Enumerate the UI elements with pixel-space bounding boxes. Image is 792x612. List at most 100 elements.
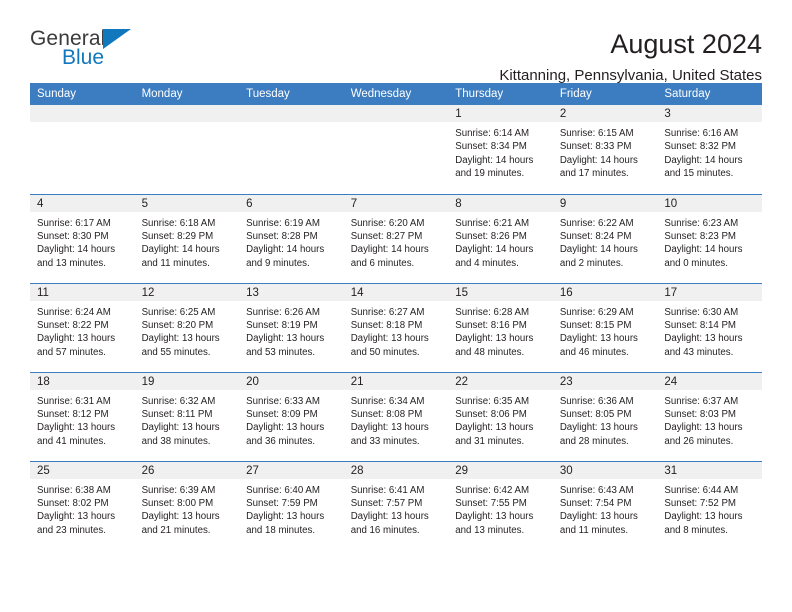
calendar-day-cell[interactable]: 17 Sunrise: 6:30 AM Sunset: 8:14 PM Dayligh…: [657, 282, 762, 372]
calendar-day-cell[interactable]: 16 Sunrise: 6:29 AM Sunset: 8:15 PM Dayligh…: [552, 282, 658, 372]
calendar-day-cell[interactable]: 30 Sunrise: 6:43 AM Sunset: 7:54 PM Dayligh…: [552, 460, 658, 550]
daylight-duration-line2: and 13 minutes.: [455, 524, 525, 536]
sunrise-time: Sunrise: 6:24 AM: [37, 306, 111, 318]
daylight-duration-line1: Daylight: 14 hours: [455, 244, 534, 256]
day-number: [30, 105, 135, 122]
daylight-duration-line2: and 11 minutes.: [559, 524, 629, 536]
general-blue-logo[interactable]: General Blue: [30, 28, 220, 80]
calendar-day-cell[interactable]: 25 Sunrise: 6:38 AM Sunset: 8:02 PM Dayligh…: [30, 460, 135, 550]
sunrise-time: Sunrise: 6:40 AM: [246, 484, 320, 496]
sunrise-time: Sunrise: 6:17 AM: [37, 217, 111, 229]
day-details: Sunrise: 6:18 AM Sunset: 8:29 PM Daylight:…: [135, 212, 240, 271]
daylight-duration-line1: Daylight: 13 hours: [559, 422, 638, 434]
sunrise-sunset-calendar: Sunday Monday Tuesday Wednesday Thursday…: [30, 83, 762, 550]
calendar-day-cell[interactable]: 15 Sunrise: 6:28 AM Sunset: 8:16 PM Dayligh…: [448, 282, 553, 372]
day-details: Sunrise: 6:28 AM Sunset: 8:16 PM Daylight:…: [448, 301, 553, 360]
title-block: August 2024 Kittanning, Pennsylvania, Un…: [499, 28, 762, 85]
calendar-day-cell-empty: [30, 105, 135, 194]
calendar-day-cell[interactable]: 26 Sunrise: 6:39 AM Sunset: 8:00 PM Dayligh…: [134, 460, 240, 550]
daylight-duration-line2: and 36 minutes.: [246, 435, 316, 447]
daylight-duration-line2: and 0 minutes.: [664, 257, 728, 269]
day-details: Sunrise: 6:41 AM Sunset: 7:57 PM Daylight:…: [344, 479, 449, 538]
calendar-day-cell[interactable]: 1 Sunrise: 6:14 AM Sunset: 8:34 PM Daylight…: [448, 105, 553, 194]
daylight-duration-line1: Daylight: 13 hours: [350, 511, 429, 523]
day-details: Sunrise: 6:15 AM Sunset: 8:33 PM Daylight:…: [553, 122, 658, 181]
day-number: [134, 105, 240, 122]
sunset-time: Sunset: 8:09 PM: [246, 408, 318, 420]
daylight-duration-line1: Daylight: 14 hours: [246, 244, 325, 256]
sunset-time: Sunset: 8:11 PM: [141, 408, 213, 420]
sunrise-time: Sunrise: 6:15 AM: [559, 128, 634, 139]
calendar-day-cell[interactable]: 20 Sunrise: 6:33 AM Sunset: 8:09 PM Dayligh…: [239, 371, 344, 461]
day-details: Sunrise: 6:42 AM Sunset: 7:55 PM Daylight:…: [448, 479, 553, 538]
day-number: 17: [657, 283, 762, 301]
calendar-week-row: 11 Sunrise: 6:24 AM Sunset: 8:22 PM Dayligh…: [30, 282, 762, 372]
calendar-day-cell[interactable]: 11 Sunrise: 6:24 AM Sunset: 8:22 PM Dayligh…: [30, 282, 135, 372]
sunrise-time: Sunrise: 6:33 AM: [246, 395, 320, 407]
calendar-day-cell[interactable]: 9 Sunrise: 6:22 AM Sunset: 8:24 PM Daylight…: [552, 193, 658, 283]
day-number: 4: [30, 194, 135, 212]
calendar-day-cell[interactable]: 2 Sunrise: 6:15 AM Sunset: 8:33 PM Daylight…: [552, 105, 658, 194]
sunset-time: Sunset: 8:27 PM: [350, 230, 423, 242]
sunset-time: Sunset: 8:08 PM: [350, 408, 423, 420]
day-number: 11: [30, 283, 135, 301]
daylight-duration-line2: and 4 minutes.: [455, 257, 519, 269]
sunset-time: Sunset: 8:22 PM: [37, 319, 109, 331]
calendar-day-cell-empty: [134, 105, 240, 194]
calendar-day-cell[interactable]: 13 Sunrise: 6:26 AM Sunset: 8:19 PM Dayligh…: [239, 282, 344, 372]
calendar-day-cell[interactable]: 29 Sunrise: 6:42 AM Sunset: 7:55 PM Dayligh…: [448, 460, 553, 550]
day-details: Sunrise: 6:44 AM Sunset: 7:52 PM Daylight:…: [657, 479, 762, 538]
sunset-time: Sunset: 8:30 PM: [37, 230, 109, 242]
daylight-duration-line1: Daylight: 13 hours: [455, 422, 534, 434]
day-details: Sunrise: 6:37 AM Sunset: 8:03 PM Daylight:…: [657, 390, 762, 449]
calendar-day-cell[interactable]: 14 Sunrise: 6:27 AM Sunset: 8:18 PM Dayligh…: [343, 282, 449, 372]
calendar-day-cell[interactable]: 27 Sunrise: 6:40 AM Sunset: 7:59 PM Dayligh…: [239, 460, 344, 550]
daylight-duration-line2: and 11 minutes.: [141, 257, 210, 269]
daylight-duration-line1: Daylight: 13 hours: [141, 333, 220, 345]
calendar-day-cell[interactable]: 4 Sunrise: 6:17 AM Sunset: 8:30 PM Daylight…: [30, 193, 135, 283]
calendar-day-cell[interactable]: 10 Sunrise: 6:23 AM Sunset: 8:23 PM Dayligh…: [657, 193, 762, 283]
calendar-day-cell[interactable]: 22 Sunrise: 6:35 AM Sunset: 8:06 PM Dayligh…: [448, 371, 553, 461]
day-details: Sunrise: 6:33 AM Sunset: 8:09 PM Daylight:…: [239, 390, 344, 449]
daylight-duration-line2: and 41 minutes.: [37, 435, 106, 447]
daylight-duration-line2: and 57 minutes.: [37, 346, 106, 358]
daylight-duration-line1: Daylight: 13 hours: [664, 422, 743, 434]
calendar-day-cell[interactable]: 3 Sunrise: 6:16 AM Sunset: 8:32 PM Daylight…: [657, 105, 762, 194]
day-number: 20: [239, 372, 344, 390]
day-number: 25: [30, 461, 135, 479]
daylight-duration-line1: Daylight: 13 hours: [455, 333, 534, 345]
calendar-day-cell[interactable]: 19 Sunrise: 6:32 AM Sunset: 8:11 PM Dayligh…: [134, 371, 240, 461]
calendar-day-cell[interactable]: 7 Sunrise: 6:20 AM Sunset: 8:27 PM Daylight…: [343, 193, 449, 283]
calendar-day-cell[interactable]: 18 Sunrise: 6:31 AM Sunset: 8:12 PM Dayligh…: [30, 371, 135, 461]
calendar-day-cell[interactable]: 6 Sunrise: 6:19 AM Sunset: 8:28 PM Daylight…: [239, 193, 344, 283]
calendar-day-cell[interactable]: 24 Sunrise: 6:37 AM Sunset: 8:03 PM Dayligh…: [657, 371, 762, 461]
daylight-duration-line1: Daylight: 14 hours: [559, 154, 638, 166]
sunrise-time: Sunrise: 6:28 AM: [455, 306, 530, 318]
day-number: 21: [343, 372, 449, 390]
calendar-day-cell[interactable]: 5 Sunrise: 6:18 AM Sunset: 8:29 PM Daylight…: [134, 193, 240, 283]
calendar-day-cell[interactable]: 28 Sunrise: 6:41 AM Sunset: 7:57 PM Dayligh…: [343, 460, 449, 550]
calendar-week-row: 18 Sunrise: 6:31 AM Sunset: 8:12 PM Dayligh…: [30, 371, 762, 461]
sunset-time: Sunset: 8:19 PM: [246, 319, 318, 331]
calendar-day-cell[interactable]: 8 Sunrise: 6:21 AM Sunset: 8:26 PM Daylight…: [448, 193, 553, 283]
calendar-day-cell[interactable]: 21 Sunrise: 6:34 AM Sunset: 8:08 PM Dayligh…: [343, 371, 449, 461]
weekday-header-tuesday: Tuesday: [239, 83, 344, 105]
calendar-day-cell[interactable]: 23 Sunrise: 6:36 AM Sunset: 8:05 PM Dayligh…: [552, 371, 658, 461]
calendar-day-cell[interactable]: 31 Sunrise: 6:44 AM Sunset: 7:52 PM Dayligh…: [657, 460, 762, 550]
day-details: Sunrise: 6:24 AM Sunset: 8:22 PM Daylight:…: [30, 301, 135, 360]
day-details: Sunrise: 6:16 AM Sunset: 8:32 PM Daylight:…: [657, 122, 762, 181]
day-number: 12: [134, 283, 240, 301]
sunrise-time: Sunrise: 6:19 AM: [246, 217, 320, 229]
calendar-day-cell[interactable]: 12 Sunrise: 6:25 AM Sunset: 8:20 PM Dayligh…: [134, 282, 240, 372]
sunrise-time: Sunrise: 6:16 AM: [664, 128, 739, 139]
day-number: 2: [552, 105, 658, 122]
day-number: 15: [448, 283, 553, 301]
day-number: 7: [343, 194, 449, 212]
daylight-duration-line1: Daylight: 13 hours: [37, 511, 116, 523]
sunset-time: Sunset: 8:14 PM: [664, 319, 736, 331]
sunset-time: Sunset: 7:57 PM: [350, 497, 423, 509]
day-number: [343, 105, 449, 122]
daylight-duration-line1: Daylight: 14 hours: [664, 244, 743, 256]
sunrise-time: Sunrise: 6:31 AM: [37, 395, 111, 407]
weekday-header-thursday: Thursday: [448, 83, 553, 105]
